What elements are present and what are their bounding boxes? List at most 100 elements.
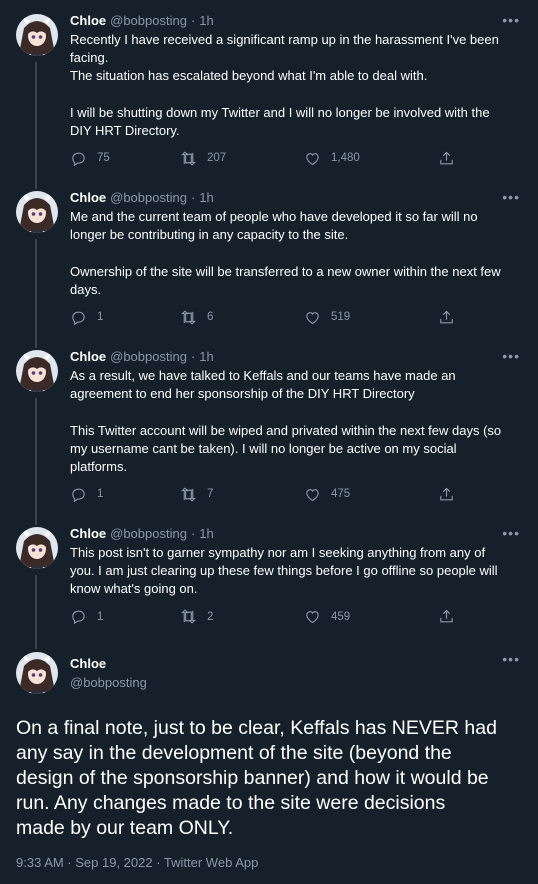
retweet-icon bbox=[180, 608, 197, 625]
thread-line bbox=[35, 637, 37, 649]
like-button[interactable]: 459 bbox=[304, 608, 438, 625]
reply-icon bbox=[70, 309, 87, 326]
display-name[interactable]: Chloe bbox=[70, 656, 106, 671]
display-name[interactable]: Chloe bbox=[70, 525, 106, 543]
reply-button[interactable]: 1 bbox=[70, 608, 180, 625]
tweet-header: Chloe @bobposting · 1h bbox=[70, 189, 522, 207]
tweet-actions: 1 6 519 bbox=[70, 299, 522, 335]
more-icon[interactable]: ••• bbox=[502, 348, 520, 364]
reply-count: 75 bbox=[97, 152, 110, 165]
retweet-button[interactable]: 7 bbox=[180, 486, 304, 503]
author-names: Chloe @bobposting bbox=[70, 654, 147, 692]
reply-button[interactable]: 75 bbox=[70, 150, 180, 167]
like-icon bbox=[304, 150, 321, 167]
like-button[interactable]: 475 bbox=[304, 486, 438, 503]
like-count: 459 bbox=[331, 610, 351, 623]
separator-dot: · bbox=[190, 526, 196, 541]
reply-icon bbox=[70, 486, 87, 503]
reply-count: 1 bbox=[97, 488, 104, 501]
more-icon[interactable]: ••• bbox=[502, 189, 520, 205]
avatar[interactable] bbox=[16, 652, 58, 694]
tweet-header: Chloe @bobposting · 1h bbox=[70, 12, 522, 30]
separator-dot: · bbox=[190, 349, 196, 364]
reply-button[interactable]: 1 bbox=[70, 486, 180, 503]
reply-count: 1 bbox=[97, 610, 104, 623]
tweet[interactable]: ••• Chloe @bobposting · 1h This post isn… bbox=[0, 513, 538, 637]
share-icon bbox=[438, 608, 455, 625]
tweet[interactable]: ••• Chloe @bobposting · 1h Recently I ha… bbox=[0, 0, 538, 177]
tweet-text: On a final note, just to be clear, Keffa… bbox=[16, 717, 497, 839]
like-icon bbox=[304, 309, 321, 326]
tweet[interactable]: ••• Chloe @bobposting · 1h As a result, … bbox=[0, 336, 538, 513]
thread-line bbox=[35, 398, 37, 513]
retweet-icon bbox=[180, 486, 197, 503]
handle[interactable]: @bobposting bbox=[110, 525, 187, 543]
more-icon[interactable]: ••• bbox=[502, 12, 520, 28]
share-icon bbox=[438, 150, 455, 167]
like-count: 1,480 bbox=[331, 152, 360, 165]
share-button[interactable] bbox=[438, 608, 455, 625]
retweet-count: 6 bbox=[207, 311, 214, 324]
retweet-icon bbox=[180, 150, 197, 167]
avatar[interactable] bbox=[16, 14, 58, 56]
reply-button[interactable]: 1 bbox=[70, 309, 180, 326]
retweet-count: 207 bbox=[207, 152, 227, 165]
tweet-actions: 1 7 475 bbox=[70, 476, 522, 512]
avatar[interactable] bbox=[16, 191, 58, 233]
reply-count: 1 bbox=[97, 311, 104, 324]
tweet-meta[interactable]: 9:33 AM · Sep 19, 2022 · Twitter Web App bbox=[16, 855, 522, 870]
like-count: 475 bbox=[331, 488, 351, 501]
tweet-actions: 75 207 1,480 bbox=[70, 140, 522, 176]
retweet-button[interactable]: 2 bbox=[180, 608, 304, 625]
tweet-actions: 1 2 459 bbox=[70, 599, 522, 635]
share-icon bbox=[438, 486, 455, 503]
tweet-text: As a result, we have talked to Keffals a… bbox=[70, 368, 502, 475]
handle[interactable]: @bobposting bbox=[110, 12, 187, 30]
thread-line bbox=[35, 239, 37, 336]
tweet-text: This post isn't to garner sympathy nor a… bbox=[70, 545, 498, 597]
retweet-icon bbox=[180, 309, 197, 326]
tweet[interactable]: ••• Chloe @bobposting · 1h Me and the cu… bbox=[0, 177, 538, 336]
timestamp[interactable]: 1h bbox=[199, 189, 213, 207]
display-name[interactable]: Chloe bbox=[70, 189, 106, 207]
reply-icon bbox=[70, 150, 87, 167]
display-name[interactable]: Chloe bbox=[70, 12, 106, 30]
more-icon[interactable]: ••• bbox=[502, 525, 520, 541]
like-button[interactable]: 519 bbox=[304, 309, 438, 326]
thread-line bbox=[35, 177, 37, 189]
timestamp[interactable]: 1h bbox=[199, 348, 213, 366]
thread-line bbox=[35, 62, 37, 177]
avatar[interactable] bbox=[16, 527, 58, 569]
like-icon bbox=[304, 486, 321, 503]
thread-line bbox=[35, 575, 37, 637]
tweet-text: Recently I have received a significant r… bbox=[70, 32, 499, 139]
display-name[interactable]: Chloe bbox=[70, 348, 106, 366]
retweet-button[interactable]: 6 bbox=[180, 309, 304, 326]
share-button[interactable] bbox=[438, 486, 455, 503]
thread: ••• Chloe @bobposting · 1h Recently I ha… bbox=[0, 0, 538, 870]
tweet-header: Chloe @bobposting · 1h bbox=[70, 348, 522, 366]
timestamp[interactable]: 1h bbox=[199, 525, 213, 543]
like-icon bbox=[304, 608, 321, 625]
separator-dot: · bbox=[190, 13, 196, 28]
more-icon[interactable]: ••• bbox=[502, 651, 520, 667]
share-button[interactable] bbox=[438, 309, 455, 326]
handle[interactable]: @bobposting bbox=[70, 673, 147, 692]
avatar[interactable] bbox=[16, 350, 58, 392]
timestamp[interactable]: 1h bbox=[199, 12, 213, 30]
tweet-text: Me and the current team of people who ha… bbox=[70, 209, 501, 297]
retweet-count: 7 bbox=[207, 488, 214, 501]
handle[interactable]: @bobposting bbox=[110, 189, 187, 207]
retweet-count: 2 bbox=[207, 610, 214, 623]
separator-dot: · bbox=[190, 190, 196, 205]
retweet-button[interactable]: 207 bbox=[180, 150, 304, 167]
share-button[interactable] bbox=[438, 150, 455, 167]
like-button[interactable]: 1,480 bbox=[304, 150, 438, 167]
focused-tweet: ••• Chloe @bobposting On a final note, j… bbox=[0, 637, 538, 870]
handle[interactable]: @bobposting bbox=[110, 348, 187, 366]
share-icon bbox=[438, 309, 455, 326]
tweet-header: Chloe @bobposting bbox=[16, 649, 522, 697]
thread-line bbox=[35, 336, 37, 348]
tweet-header: Chloe @bobposting · 1h bbox=[70, 525, 522, 543]
like-count: 519 bbox=[331, 311, 351, 324]
